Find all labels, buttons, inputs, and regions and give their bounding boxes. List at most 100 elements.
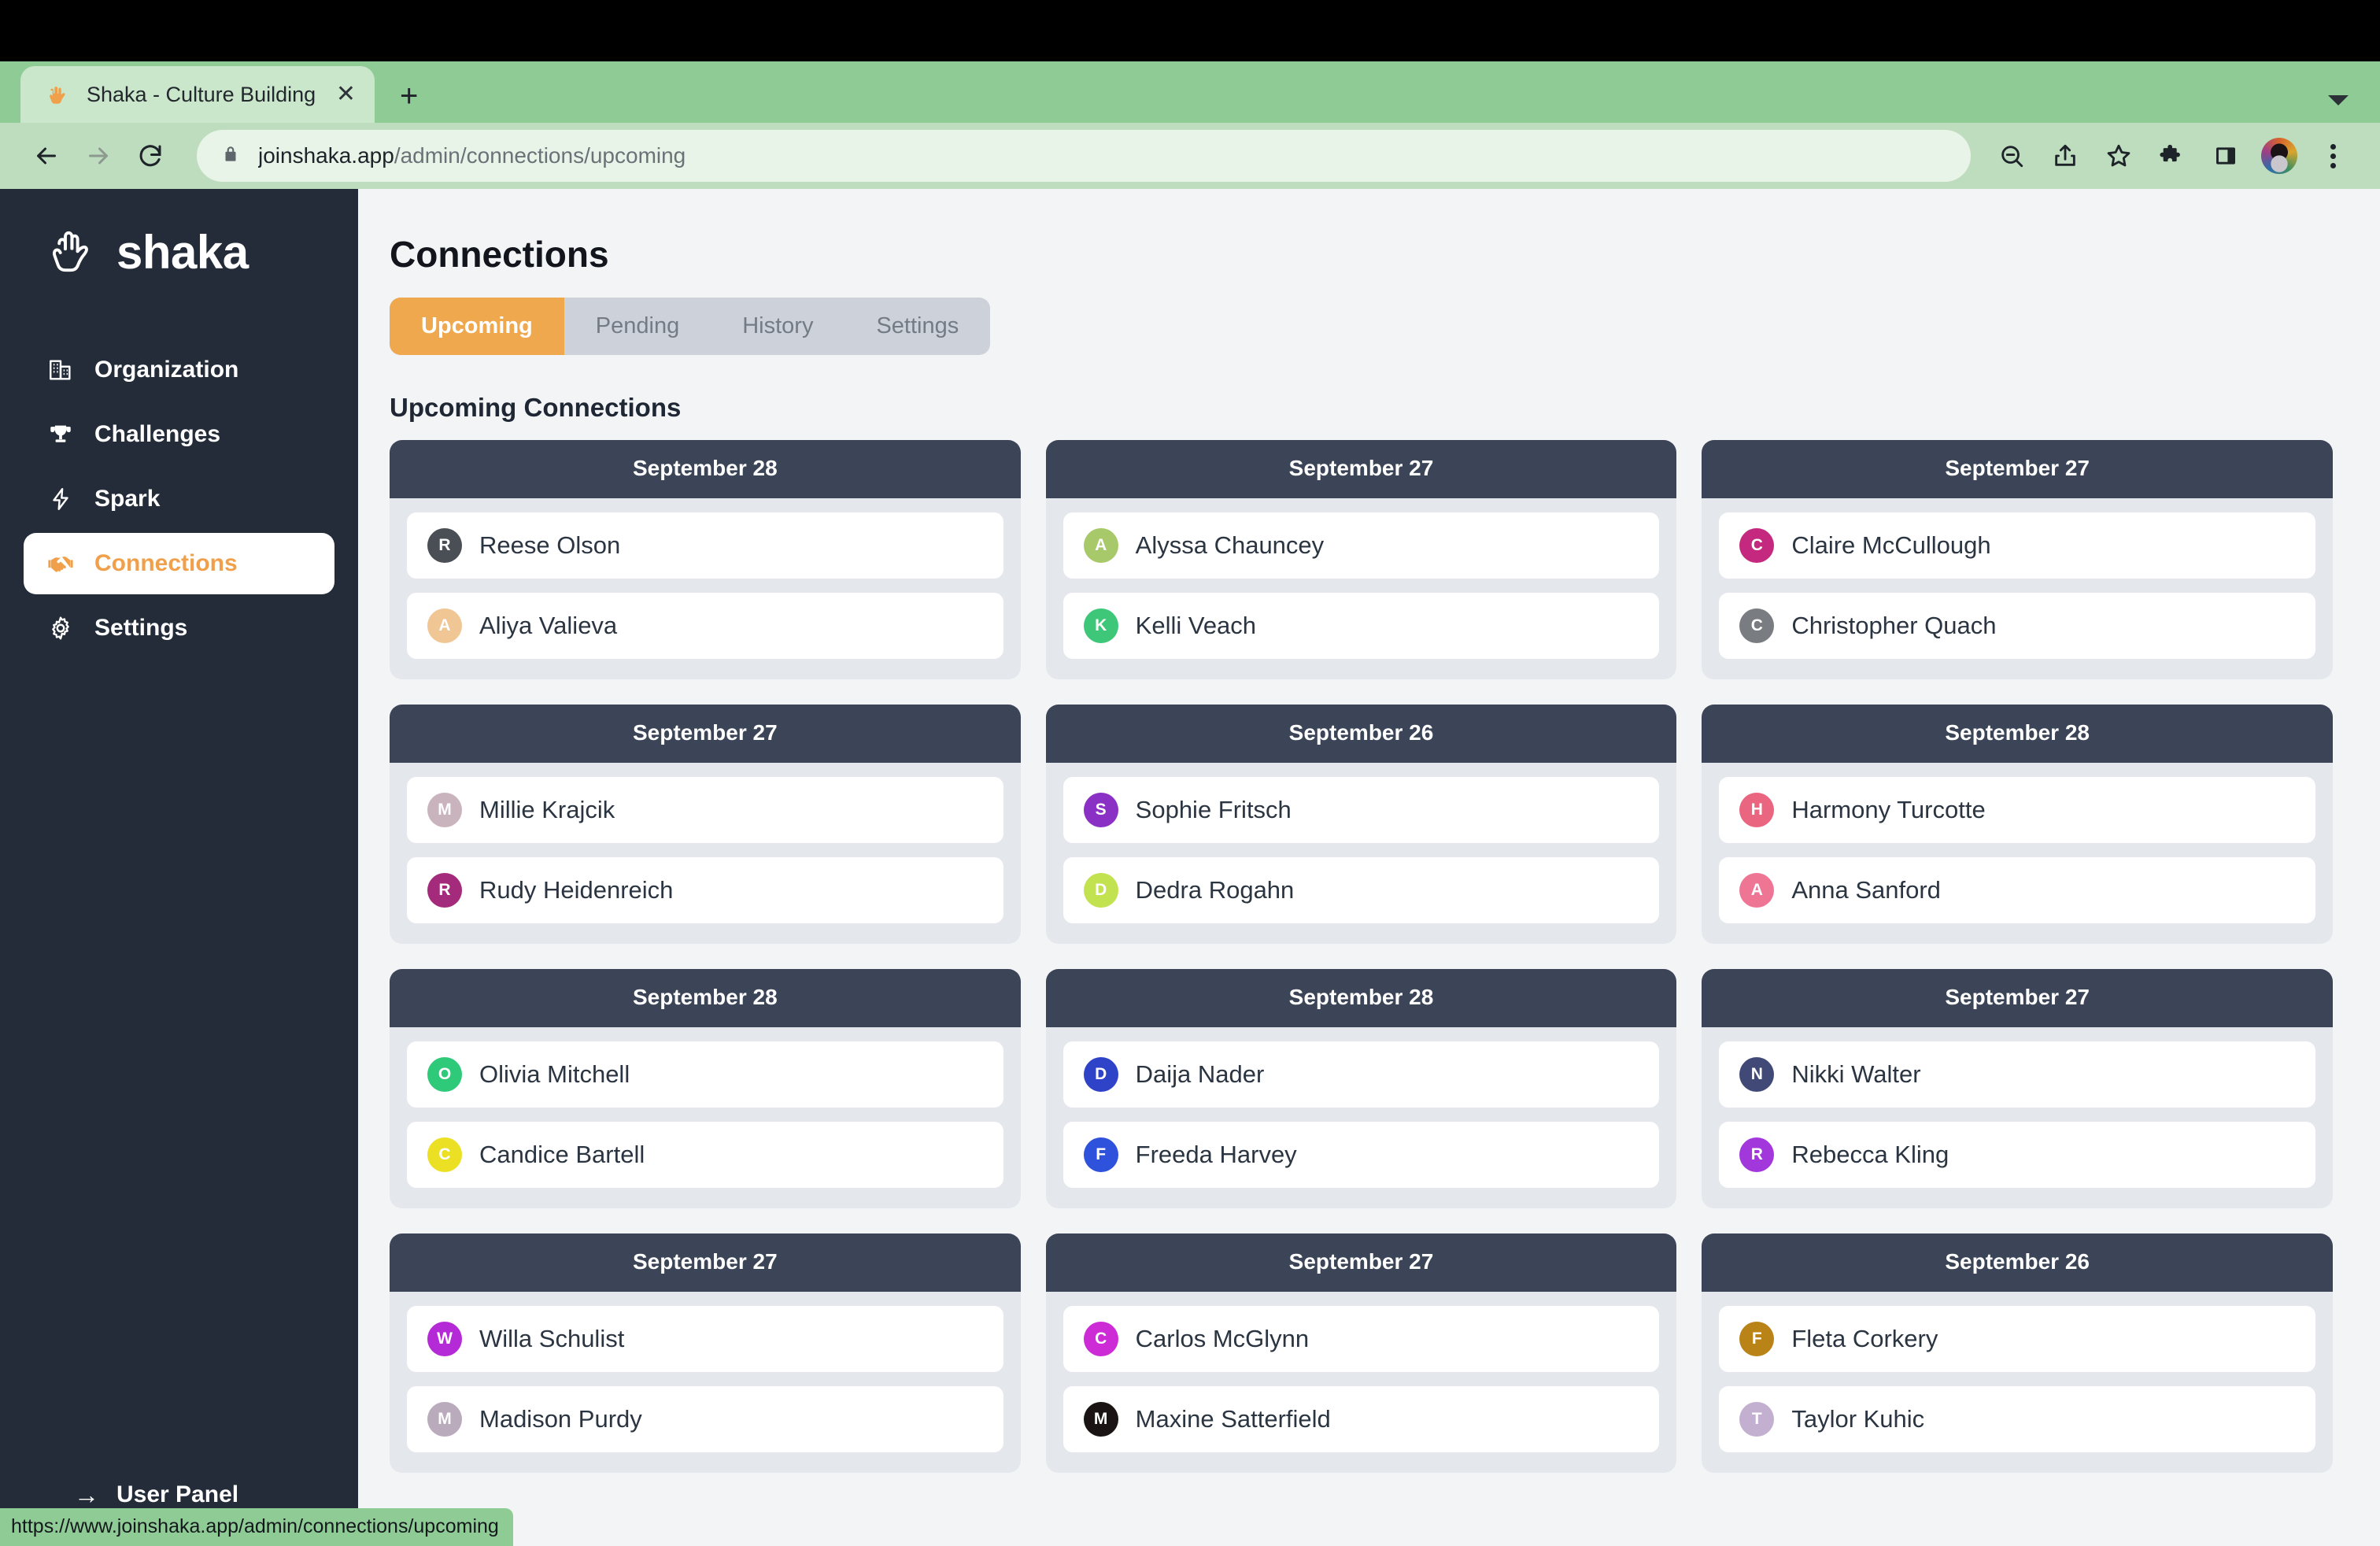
sidebar-item-connections[interactable]: Connections — [24, 533, 334, 594]
person-name: Maxine Satterfield — [1135, 1405, 1331, 1433]
sidebar: shaka Organization Challenges Spark Conn… — [0, 189, 358, 1546]
connection-card: September 27 M Millie Krajcik R Rudy Heidenr… — [390, 705, 1021, 944]
person-row[interactable]: T Taylor Kuhic — [1719, 1386, 2315, 1452]
connection-card: September 28 H Harmony Turcotte A Anna Sanfo… — [1702, 705, 2333, 944]
card-body: M Millie Krajcik R Rudy Heidenreich — [390, 763, 1021, 944]
avatar: C — [1739, 528, 1775, 563]
person-name: Claire McCullough — [1791, 531, 1991, 559]
person-row[interactable]: C Christopher Quach — [1719, 593, 2315, 659]
connection-card: September 28 O Olivia Mitchell C Candice Bar… — [390, 969, 1021, 1208]
person-name: Alyssa Chauncey — [1135, 531, 1325, 559]
building-icon — [46, 355, 76, 385]
avatar: C — [1739, 608, 1775, 643]
person-row[interactable]: M Madison Purdy — [407, 1386, 1003, 1452]
reload-icon[interactable] — [124, 130, 176, 182]
person-name: Taylor Kuhic — [1791, 1405, 1925, 1433]
profile-avatar[interactable] — [2252, 130, 2306, 182]
url-path: /admin/connections/upcoming — [394, 143, 686, 168]
person-name: Nikki Walter — [1791, 1060, 1921, 1088]
tab-upcoming[interactable]: Upcoming — [390, 298, 564, 355]
handshake-icon — [46, 549, 76, 579]
connection-card: September 27 W Willa Schulist M Madison Purd… — [390, 1233, 1021, 1473]
connection-card: September 27 C Claire McCullough C Christoph… — [1702, 440, 2333, 679]
tab-pending[interactable]: Pending — [564, 298, 711, 355]
close-icon[interactable]: ✕ — [336, 83, 356, 106]
person-row[interactable]: N Nikki Walter — [1719, 1041, 2315, 1108]
card-body: A Alyssa Chauncey K Kelli Veach — [1046, 498, 1677, 679]
person-row[interactable]: O Olivia Mitchell — [407, 1041, 1003, 1108]
person-row[interactable]: W Willa Schulist — [407, 1306, 1003, 1372]
avatar: K — [1083, 608, 1118, 643]
person-row[interactable]: H Harmony Turcotte — [1719, 777, 2315, 843]
section-title: Upcoming Connections — [390, 393, 682, 422]
window-titlebar — [0, 0, 2380, 61]
tab-history[interactable]: History — [711, 298, 844, 355]
card-date-header: September 28 — [390, 969, 1021, 1027]
main-content: Connections Upcoming Pending History Set… — [358, 189, 2380, 1546]
browser-tab[interactable]: Shaka - Culture Building ✕ — [20, 66, 375, 123]
connection-card: September 27 A Alyssa Chauncey K Kelli Veach — [1045, 440, 1677, 679]
person-row[interactable]: A Alyssa Chauncey — [1062, 512, 1660, 579]
card-body: R Reese Olson A Aliya Valieva — [390, 498, 1021, 679]
sidebar-item-settings[interactable]: Settings — [24, 597, 334, 659]
sidebar-item-challenges[interactable]: Challenges — [24, 404, 334, 465]
person-row[interactable]: C Claire McCullough — [1719, 512, 2315, 579]
sidebar-nav: Organization Challenges Spark Connection… — [0, 339, 358, 659]
person-row[interactable]: C Carlos McGlynn — [1062, 1306, 1660, 1372]
person-row[interactable]: K Kelli Veach — [1062, 593, 1660, 659]
person-row[interactable]: R Rebecca Kling — [1719, 1122, 2315, 1188]
lightning-bolt-icon — [46, 484, 76, 514]
sidebar-item-organization[interactable]: Organization — [24, 339, 334, 401]
arrow-right-icon: → — [74, 1481, 99, 1509]
sidebar-item-label: Spark — [94, 486, 161, 512]
person-row[interactable]: M Maxine Satterfield — [1062, 1386, 1660, 1452]
extensions-puzzle-icon[interactable] — [2145, 130, 2199, 182]
card-date-header: September 27 — [1702, 969, 2333, 1027]
person-row[interactable]: S Sophie Fritsch — [1062, 777, 1660, 843]
person-row[interactable]: M Millie Krajcik — [407, 777, 1003, 843]
avatar: A — [1739, 873, 1775, 908]
person-name: Fleta Corkery — [1791, 1325, 1938, 1352]
status-bar-url: https://www.joinshaka.app/admin/connecti… — [0, 1508, 513, 1546]
card-date-header: September 26 — [1702, 1233, 2333, 1292]
person-row[interactable]: R Reese Olson — [407, 512, 1003, 579]
avatar: C — [427, 1137, 462, 1172]
share-icon[interactable] — [2038, 130, 2092, 182]
sidebar-item-spark[interactable]: Spark — [24, 468, 334, 530]
connection-card: September 27 N Nikki Walter R Rebecca Kling — [1702, 969, 2333, 1208]
kebab-menu-icon[interactable] — [2306, 130, 2360, 182]
avatar: D — [1083, 873, 1118, 908]
person-row[interactable]: F Fleta Corkery — [1719, 1306, 2315, 1372]
tab-settings[interactable]: Settings — [844, 298, 990, 355]
card-date-header: September 27 — [1702, 440, 2333, 498]
person-row[interactable]: D Daija Nader — [1062, 1041, 1660, 1108]
tab-title: Shaka - Culture Building — [87, 82, 316, 106]
avatar: D — [1083, 1057, 1118, 1092]
person-name: Sophie Fritsch — [1135, 796, 1292, 823]
person-name: Madison Purdy — [479, 1405, 642, 1433]
page-title: Connections — [390, 234, 609, 275]
avatar: R — [427, 528, 462, 563]
person-row[interactable]: F Freeda Harvey — [1062, 1122, 1660, 1188]
app-logo[interactable]: shaka — [0, 189, 358, 283]
back-arrow-icon[interactable] — [20, 130, 72, 182]
avatar: T — [1739, 1402, 1775, 1437]
forward-arrow-icon — [72, 130, 124, 182]
card-date-header: September 27 — [1045, 440, 1677, 498]
zoom-out-icon[interactable] — [1985, 130, 2038, 182]
chevron-down-icon[interactable] — [2328, 95, 2349, 105]
side-panel-icon[interactable] — [2199, 130, 2252, 182]
browser-toolbar: joinshaka.app/admin/connections/upcoming — [0, 123, 2380, 189]
address-bar[interactable]: joinshaka.app/admin/connections/upcoming — [197, 130, 1971, 182]
card-date-header: September 27 — [390, 1233, 1021, 1292]
person-row[interactable]: C Candice Bartell — [407, 1122, 1003, 1188]
person-row[interactable]: D Dedra Rogahn — [1062, 857, 1660, 923]
avatar: A — [1083, 528, 1118, 563]
person-row[interactable]: A Aliya Valieva — [407, 593, 1003, 659]
person-row[interactable]: R Rudy Heidenreich — [407, 857, 1003, 923]
person-row[interactable]: A Anna Sanford — [1719, 857, 2315, 923]
bookmark-star-icon[interactable] — [2092, 130, 2145, 182]
connection-card: September 26 S Sophie Fritsch D Dedra Rogahn — [1045, 705, 1677, 944]
person-name: Olivia Mitchell — [479, 1060, 630, 1088]
new-tab-button[interactable]: + — [400, 80, 418, 112]
